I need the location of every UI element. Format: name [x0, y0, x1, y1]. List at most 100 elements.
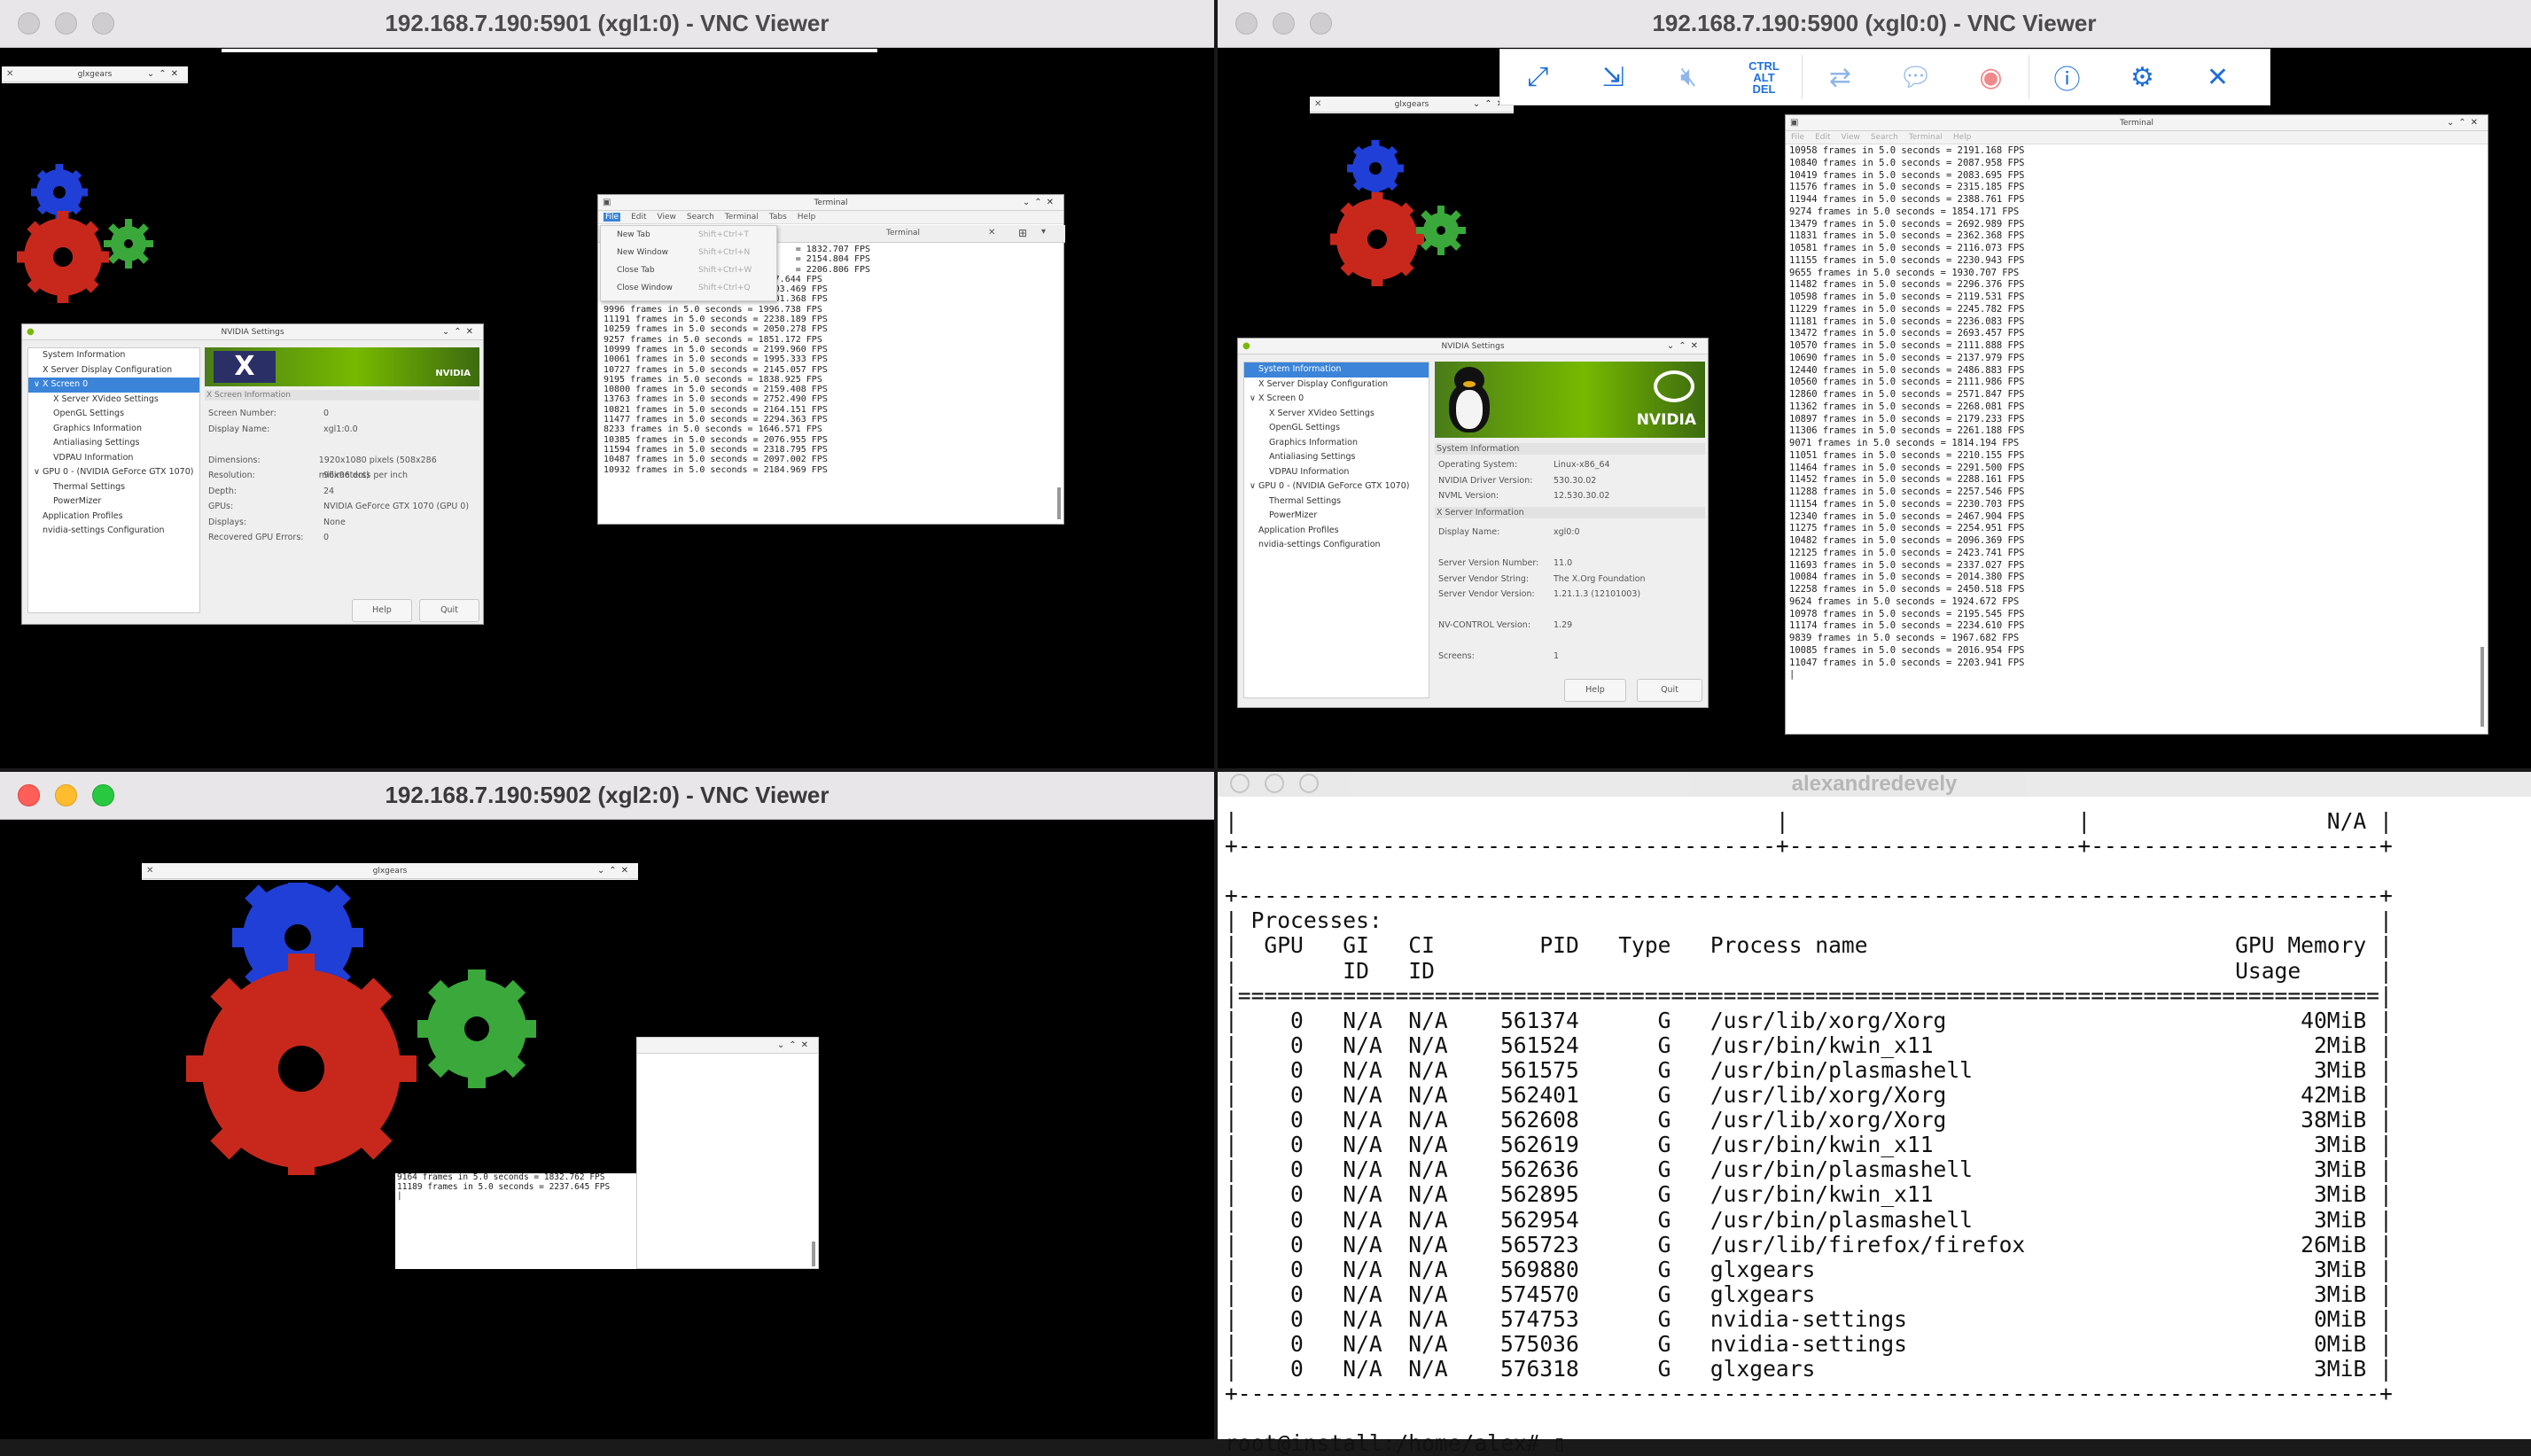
vnc-canvas[interactable]: ✕ glxgears ⌄⌃✕ ⌄⌃✕ 9164 frames in 5.0 seco…	[0, 821, 1214, 1439]
window-titlebar[interactable]: 192.168.7.190:5902 (xgl2:0) - VNC Viewer	[0, 772, 1214, 820]
window-titlebar[interactable]: alexandredevely	[1218, 772, 2531, 797]
window-controls[interactable]	[1230, 774, 1319, 793]
nav-tree-item[interactable]: X Server Display Configuration	[28, 363, 199, 378]
minimize-icon[interactable]	[55, 12, 77, 35]
nav-tree-item[interactable]: ∨ X Screen 0	[28, 378, 199, 393]
zoom-icon[interactable]	[1310, 12, 1332, 35]
window-controls[interactable]: ⌄⌃✕	[1667, 339, 1702, 354]
glxgears-window[interactable]: ✕ glxgears ⌄⌃✕	[1310, 97, 1514, 113]
window-controls[interactable]: ⌄⌃✕	[1023, 195, 1058, 211]
terminal-titlebar[interactable]: ⌄⌃✕	[637, 1038, 818, 1054]
nvidia-nav-tree[interactable]: System Information X Server Display Confi…	[1243, 362, 1429, 698]
vnc-window-xgl1[interactable]: 192.168.7.190:5901 (xgl1:0) - VNC Viewer…	[0, 0, 1214, 768]
file-menu-item[interactable]: Close Window Shift+Ctrl+Q	[601, 279, 776, 297]
menu-item[interactable]: File	[1791, 133, 1804, 142]
menu-item[interactable]: View	[1842, 133, 1860, 142]
nav-tree-item[interactable]: System Information	[1244, 362, 1429, 378]
menu-item[interactable]: Terminal	[1909, 133, 1943, 142]
vnc-window-xgl2[interactable]: 192.168.7.190:5902 (xgl2:0) - VNC Viewer…	[0, 772, 1214, 1439]
quit-button[interactable]: Quit	[419, 599, 479, 622]
nav-tree-item[interactable]: X Server XVideo Settings	[1244, 407, 1429, 422]
nav-tree-item[interactable]: ∨ X Screen 0	[1244, 392, 1429, 407]
window-controls[interactable]: ⌄⌃✕	[597, 863, 633, 879]
nvidia-smi-output[interactable]: | | | N/A | +---------------------------…	[1225, 808, 2393, 1456]
glxgears-window[interactable]: ✕ glxgears ⌄⌃✕	[142, 863, 638, 880]
menu-item[interactable]: Tabs	[769, 213, 787, 222]
nav-tree-item[interactable]: Graphics Information	[1244, 436, 1429, 451]
close-icon[interactable]: ✕	[2180, 49, 2255, 105]
menu-item[interactable]: Help	[798, 213, 816, 222]
menu-item[interactable]: View	[658, 213, 676, 222]
fullscreen-icon[interactable]: ⤢	[1500, 49, 1576, 105]
window-controls[interactable]	[18, 784, 114, 806]
zoom-icon[interactable]	[92, 12, 114, 35]
window-controls[interactable]: ⌄⌃✕	[777, 1038, 813, 1054]
transfer-icon[interactable]: ⇄	[1803, 49, 1878, 105]
gear-icon[interactable]: ⚙	[2105, 49, 2180, 105]
window-controls[interactable]: ⌄⌃✕	[442, 324, 478, 340]
window-controls[interactable]	[18, 12, 114, 35]
nav-tree-item[interactable]: nvidia-settings Configuration	[28, 524, 199, 539]
window-titlebar[interactable]: 192.168.7.190:5901 (xgl1:0) - VNC Viewer	[0, 0, 1214, 48]
terminal-window[interactable]: ▣ Terminal ⌄⌃✕ File Edit View Search Terminal T…	[597, 194, 1065, 525]
nvidia-settings-titlebar[interactable]: ● NVIDIA Settings ⌄⌃✕	[22, 324, 483, 340]
info-icon[interactable]: ⓘ	[2029, 49, 2105, 105]
terminal-output[interactable]: 9164 frames in 5.0 seconds = 1832.762 FP…	[395, 1173, 636, 1269]
nav-tree-item[interactable]: PowerMizer	[1244, 509, 1429, 524]
nav-tree-item[interactable]: OpenGL Settings	[28, 407, 199, 422]
glxgears-titlebar[interactable]: ✕ glxgears ⌄⌃✕	[142, 863, 638, 879]
nav-tree-item[interactable]: Graphics Information	[28, 422, 199, 437]
nav-tree-item[interactable]: Antialiasing Settings	[1244, 450, 1429, 465]
glxgears-titlebar[interactable]: ✕ glxgears ⌄⌃✕	[1310, 97, 1514, 113]
nav-tree-item[interactable]: X Server XVideo Settings	[28, 393, 199, 408]
menu-item[interactable]: Help	[1953, 133, 1972, 142]
nav-tree-item[interactable]: Thermal Settings	[28, 480, 199, 495]
menu-item[interactable]: File	[604, 213, 621, 222]
window-controls[interactable]: ⌄⌃✕	[147, 66, 183, 82]
menu-item[interactable]: Search	[687, 213, 714, 222]
terminal-titlebar[interactable]: ▣ Terminal ⌄⌃✕	[598, 195, 1063, 211]
menu-item[interactable]: Search	[1871, 133, 1898, 142]
terminal-window[interactable]: ⌄⌃✕	[636, 1037, 819, 1269]
file-menu-item[interactable]: New Window Shift+Ctrl+N	[601, 244, 776, 261]
new-tab-icon[interactable]: ⊞	[1018, 227, 1027, 239]
zoom-icon[interactable]	[92, 784, 114, 806]
scrollbar[interactable]	[812, 1242, 815, 1266]
file-menu-item[interactable]: Close Tab Shift+Ctrl+W	[601, 261, 776, 279]
nav-tree-item[interactable]: ∨ GPU 0 - (NVIDIA GeForce GTX 1070)	[28, 465, 199, 480]
scrollbar[interactable]	[1057, 487, 1061, 519]
vnc-canvas[interactable]: ✕ glxgears ⌄⌃✕ ● NVIDIA Settings ⌄⌃✕ System …	[0, 49, 1214, 768]
nav-tree-item[interactable]: X Server Display Configuration	[1244, 378, 1429, 393]
nav-tree-item[interactable]: Antialiasing Settings	[28, 436, 199, 451]
nav-tree-item[interactable]: VDPAU Information	[1244, 465, 1429, 480]
minimize-icon[interactable]	[55, 784, 77, 806]
record-icon[interactable]: ◉	[1953, 49, 2029, 105]
chat-icon[interactable]: 💬︎	[1878, 49, 1953, 105]
vnc-toolbar[interactable]: ⤢ ⇲ 🔇︎ CTRL ALT DEL ⇄ 💬︎ ◉ ⓘ ⚙ ✕	[1499, 49, 2270, 105]
tab-label[interactable]: Terminal	[886, 229, 920, 237]
glxgears-titlebar[interactable]: ✕ glxgears ⌄⌃✕	[2, 66, 188, 82]
close-icon[interactable]	[18, 784, 40, 806]
nav-tree-item[interactable]: nvidia-settings Configuration	[1244, 538, 1429, 553]
terminal-titlebar[interactable]: ▣ Terminal ⌄⌃✕	[1786, 115, 2488, 131]
quit-button[interactable]: Quit	[1637, 679, 1702, 702]
mute-icon[interactable]: 🔇︎	[1651, 49, 1726, 105]
ctrl-alt-del-icon[interactable]: CTRL ALT DEL	[1726, 49, 1802, 105]
menu-item[interactable]: Terminal	[725, 213, 759, 222]
tab-menu-icon[interactable]: ▾	[1041, 227, 1046, 237]
close-icon[interactable]	[1235, 12, 1258, 35]
minimize-icon[interactable]	[1273, 12, 1295, 35]
nvidia-settings-titlebar[interactable]: ● NVIDIA Settings ⌄⌃✕	[1238, 339, 1708, 354]
nav-tree-item[interactable]: Thermal Settings	[1244, 494, 1429, 510]
vnc-window-xgl0[interactable]: 192.168.7.190:5900 (xgl0:0) - VNC Viewer…	[1218, 0, 2531, 768]
nvidia-nav-tree[interactable]: System Information X Server Display Confi…	[27, 347, 200, 613]
nav-tree-item[interactable]: PowerMizer	[28, 494, 199, 510]
help-button[interactable]: Help	[352, 599, 412, 622]
minimize-icon[interactable]	[1265, 774, 1284, 793]
nav-tree-item[interactable]: Application Profiles	[1244, 524, 1429, 539]
menu-item[interactable]: Edit	[631, 213, 646, 222]
glxgears-window[interactable]: ✕ glxgears ⌄⌃✕	[2, 66, 188, 83]
vnc-canvas[interactable]: ✕ glxgears ⌄⌃✕ ● NVIDIA Settings ⌄⌃✕ System …	[1218, 49, 2531, 768]
close-tab-icon[interactable]: ✕	[988, 228, 995, 237]
window-controls[interactable]: ⌄⌃✕	[2447, 115, 2482, 131]
